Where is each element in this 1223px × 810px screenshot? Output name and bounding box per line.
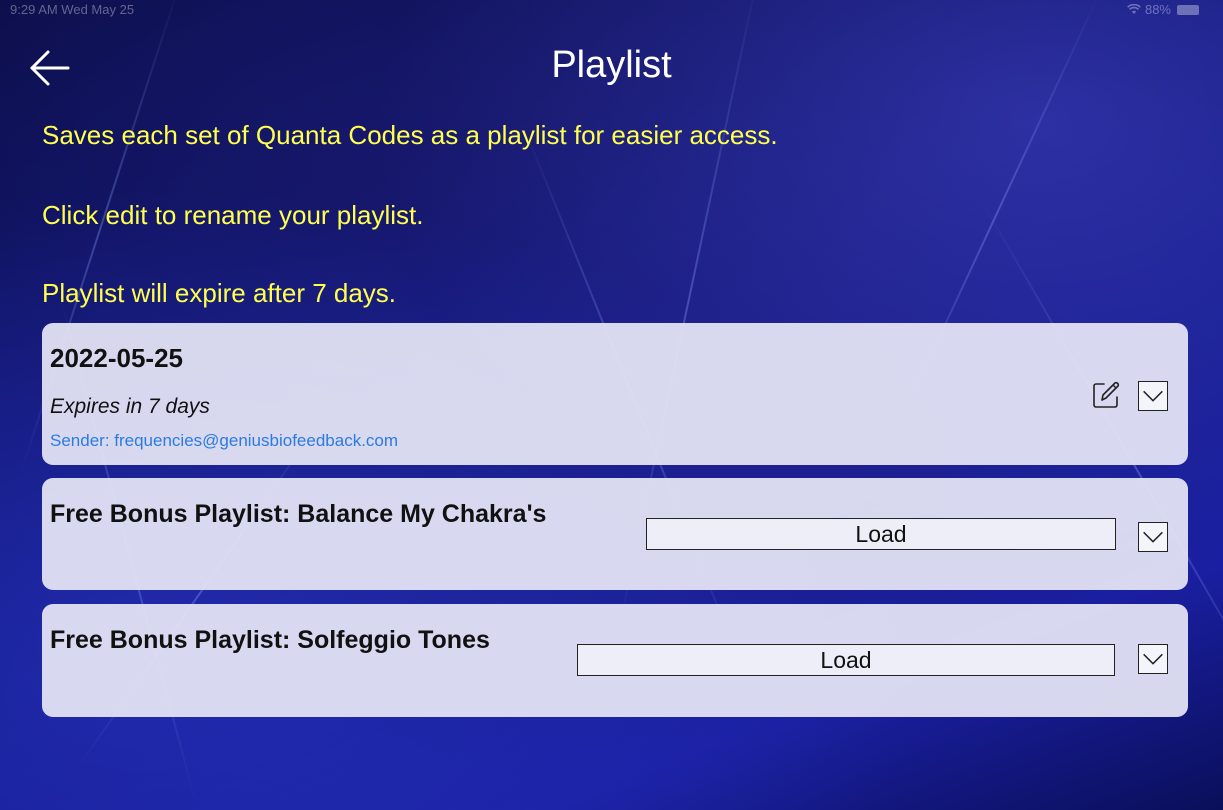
expand-button[interactable] (1138, 381, 1168, 411)
playlist-card[interactable]: Free Bonus Playlist: Balance My Chakra's… (42, 478, 1188, 590)
load-button[interactable]: Load (646, 518, 1116, 550)
chevron-down-icon (1143, 390, 1163, 402)
playlist-card[interactable]: 2022-05-25 Expires in 7 days Sender: fre… (42, 323, 1188, 465)
expand-button[interactable] (1138, 644, 1168, 674)
edit-button[interactable] (1090, 379, 1122, 411)
playlist-title: 2022-05-25 (50, 343, 183, 373)
pencil-edit-icon (1093, 381, 1120, 408)
playlist-title: Free Bonus Playlist: Solfeggio Tones (50, 626, 490, 654)
status-time: 9:29 AM Wed May 25 (10, 2, 135, 17)
status-bar: 9:29 AM Wed May 25 88% (0, 0, 1223, 22)
info-text-edit: Click edit to rename your playlist. (42, 200, 424, 230)
expand-button[interactable] (1138, 522, 1168, 552)
battery-icon (1177, 4, 1199, 15)
status-indicators: 88% (1127, 2, 1199, 17)
load-button[interactable]: Load (577, 644, 1115, 676)
chevron-down-icon (1143, 531, 1163, 543)
playlist-sender: Sender: frequencies@geniusbiofeedback.co… (50, 431, 399, 450)
page-title: Playlist (551, 44, 672, 86)
playlist-card[interactable]: Free Bonus Playlist: Solfeggio Tones Loa… (42, 604, 1188, 717)
battery-percent: 88% (1144, 2, 1171, 17)
playlist-title: Free Bonus Playlist: Balance My Chakra's (50, 500, 547, 528)
info-text-save: Saves each set of Quanta Codes as a play… (42, 120, 778, 150)
chevron-down-icon (1143, 653, 1163, 665)
playlist-expiry: Expires in 7 days (50, 395, 210, 418)
info-text-expire: Playlist will expire after 7 days. (42, 278, 397, 308)
wifi-icon (1127, 4, 1141, 14)
